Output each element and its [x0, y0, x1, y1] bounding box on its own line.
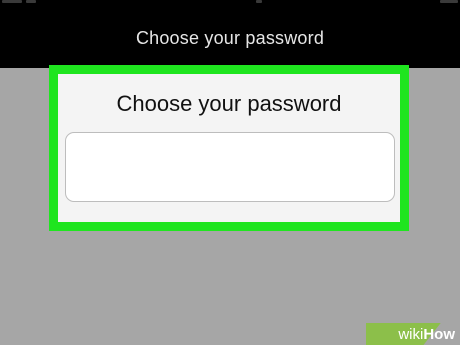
password-dialog: Choose your password	[49, 65, 409, 231]
action-bar: Choose your password	[0, 0, 460, 68]
password-input[interactable]	[65, 132, 395, 202]
status-icon	[2, 0, 22, 3]
status-bar	[0, 0, 460, 6]
status-icon	[26, 0, 36, 3]
watermark-how-text: How	[423, 326, 455, 343]
header-title: Choose your password	[135, 28, 325, 48]
watermark-logo: wikiHow	[398, 326, 455, 343]
wikihow-watermark: wikiHow	[366, 323, 460, 345]
dialog-title: Choose your password	[116, 91, 342, 116]
status-icon	[440, 0, 458, 3]
status-icon	[256, 0, 262, 3]
watermark-wiki-text: wiki	[398, 326, 424, 343]
